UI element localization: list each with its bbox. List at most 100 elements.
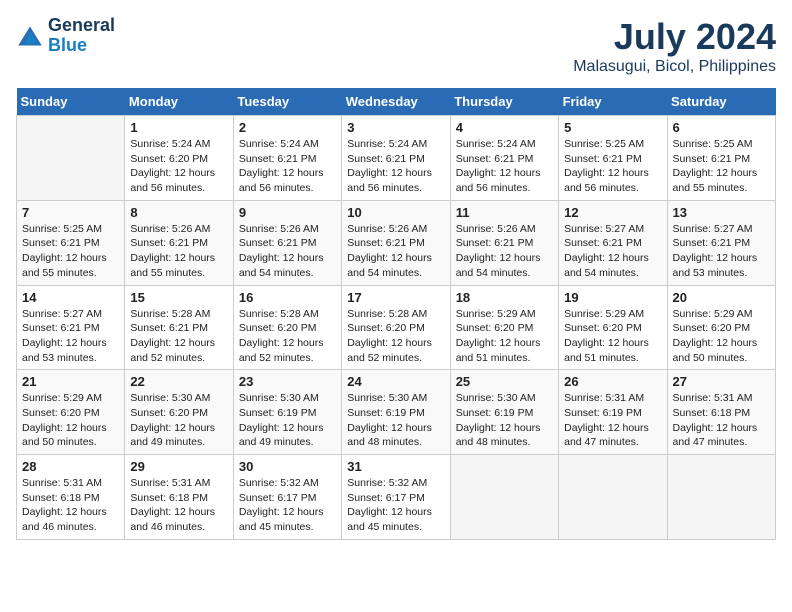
day-info: Sunrise: 5:31 AM Sunset: 6:18 PM Dayligh… — [673, 391, 770, 450]
calendar-cell: 28Sunrise: 5:31 AM Sunset: 6:18 PM Dayli… — [17, 455, 125, 540]
day-info: Sunrise: 5:24 AM Sunset: 6:21 PM Dayligh… — [456, 137, 553, 196]
header-saturday: Saturday — [667, 88, 775, 116]
day-info: Sunrise: 5:27 AM Sunset: 6:21 PM Dayligh… — [22, 307, 119, 366]
day-info: Sunrise: 5:31 AM Sunset: 6:18 PM Dayligh… — [130, 476, 227, 535]
day-number: 3 — [347, 120, 444, 135]
calendar-cell: 22Sunrise: 5:30 AM Sunset: 6:20 PM Dayli… — [125, 370, 233, 455]
day-info: Sunrise: 5:28 AM Sunset: 6:21 PM Dayligh… — [130, 307, 227, 366]
day-info: Sunrise: 5:29 AM Sunset: 6:20 PM Dayligh… — [456, 307, 553, 366]
day-number: 27 — [673, 374, 770, 389]
calendar-week-row: 14Sunrise: 5:27 AM Sunset: 6:21 PM Dayli… — [17, 285, 776, 370]
calendar-cell: 9 Sunrise: 5:26 AM Sunset: 6:21 PM Daylig… — [233, 200, 341, 285]
day-number: 25 — [456, 374, 553, 389]
day-number: 17 — [347, 290, 444, 305]
calendar-cell: 29 Sunrise: 5:31 AM Sunset: 6:18 PM Dayli… — [125, 455, 233, 540]
calendar-cell: 21 Sunrise: 5:29 AM Sunset: 6:20 PM Dayli… — [17, 370, 125, 455]
day-info: Sunrise: 5:29 AM Sunset: 6:20 PM Dayligh… — [673, 307, 770, 366]
day-number: 13 — [673, 205, 770, 220]
day-info: Sunrise: 5:30 AM Sunset: 6:19 PM Dayligh… — [239, 391, 336, 450]
calendar-cell: 18Sunrise: 5:29 AM Sunset: 6:20 PM Dayli… — [450, 285, 558, 370]
calendar-cell — [17, 116, 125, 201]
day-info: Sunrise: 5:30 AM Sunset: 6:20 PM Dayligh… — [130, 391, 227, 450]
calendar-cell: 13 Sunrise: 5:27 AM Sunset: 6:21 PM Dayli… — [667, 200, 775, 285]
calendar-cell: 15 Sunrise: 5:28 AM Sunset: 6:21 PM Dayli… — [125, 285, 233, 370]
day-number: 5 — [564, 120, 661, 135]
calendar-cell: 1Sunrise: 5:24 AM Sunset: 6:20 PM Daylig… — [125, 116, 233, 201]
calendar-table: SundayMondayTuesdayWednesdayThursdayFrid… — [16, 88, 776, 540]
location-subtitle: Malasugui, Bicol, Philippines — [573, 58, 776, 76]
day-number: 29 — [130, 459, 227, 474]
day-info: Sunrise: 5:26 AM Sunset: 6:21 PM Dayligh… — [456, 222, 553, 281]
day-number: 23 — [239, 374, 336, 389]
calendar-cell: 5 Sunrise: 5:25 AM Sunset: 6:21 PM Daylig… — [559, 116, 667, 201]
day-number: 8 — [130, 205, 227, 220]
day-number: 30 — [239, 459, 336, 474]
calendar-cell: 3 Sunrise: 5:24 AM Sunset: 6:21 PM Daylig… — [342, 116, 450, 201]
calendar-cell: 19 Sunrise: 5:29 AM Sunset: 6:20 PM Dayli… — [559, 285, 667, 370]
header-monday: Monday — [125, 88, 233, 116]
day-number: 7 — [22, 205, 119, 220]
calendar-cell: 20 Sunrise: 5:29 AM Sunset: 6:20 PM Dayli… — [667, 285, 775, 370]
day-number: 26 — [564, 374, 661, 389]
header-friday: Friday — [559, 88, 667, 116]
day-info: Sunrise: 5:25 AM Sunset: 6:21 PM Dayligh… — [22, 222, 119, 281]
logo-text: General Blue — [48, 16, 115, 56]
day-info: Sunrise: 5:25 AM Sunset: 6:21 PM Dayligh… — [673, 137, 770, 196]
calendar-cell: 16 Sunrise: 5:28 AM Sunset: 6:20 PM Dayli… — [233, 285, 341, 370]
day-number: 16 — [239, 290, 336, 305]
header-sunday: Sunday — [17, 88, 125, 116]
calendar-cell: 11 Sunrise: 5:26 AM Sunset: 6:21 PM Dayli… — [450, 200, 558, 285]
calendar-cell: 26 Sunrise: 5:31 AM Sunset: 6:19 PM Dayli… — [559, 370, 667, 455]
calendar-cell: 7 Sunrise: 5:25 AM Sunset: 6:21 PM Daylig… — [17, 200, 125, 285]
day-info: Sunrise: 5:29 AM Sunset: 6:20 PM Dayligh… — [22, 391, 119, 450]
day-number: 6 — [673, 120, 770, 135]
calendar-week-row: 7 Sunrise: 5:25 AM Sunset: 6:21 PM Daylig… — [17, 200, 776, 285]
day-info: Sunrise: 5:30 AM Sunset: 6:19 PM Dayligh… — [456, 391, 553, 450]
day-info: Sunrise: 5:26 AM Sunset: 6:21 PM Dayligh… — [130, 222, 227, 281]
calendar-cell: 8 Sunrise: 5:26 AM Sunset: 6:21 PM Daylig… — [125, 200, 233, 285]
calendar-cell: 25 Sunrise: 5:30 AM Sunset: 6:19 PM Dayli… — [450, 370, 558, 455]
day-info: Sunrise: 5:25 AM Sunset: 6:21 PM Dayligh… — [564, 137, 661, 196]
calendar-cell: 4 Sunrise: 5:24 AM Sunset: 6:21 PM Daylig… — [450, 116, 558, 201]
header-tuesday: Tuesday — [233, 88, 341, 116]
day-number: 10 — [347, 205, 444, 220]
calendar-cell: 12 Sunrise: 5:27 AM Sunset: 6:21 PM Dayli… — [559, 200, 667, 285]
calendar-week-row: 1Sunrise: 5:24 AM Sunset: 6:20 PM Daylig… — [17, 116, 776, 201]
header-wednesday: Wednesday — [342, 88, 450, 116]
calendar-week-row: 28 Sunrise: 5:31 AM Sunset: 6:18 PM Dayli… — [17, 455, 776, 540]
calendar-cell — [450, 455, 558, 540]
day-number: 21 — [22, 374, 119, 389]
calendar-cell — [559, 455, 667, 540]
day-number: 31 — [347, 459, 444, 474]
day-info: Sunrise: 5:29 AM Sunset: 6:20 PM Dayligh… — [564, 307, 661, 366]
day-number: 11 — [456, 205, 553, 220]
day-info: Sunrise: 5:26 AM Sunset: 6:21 PM Dayligh… — [347, 222, 444, 281]
day-number: 28 — [22, 459, 119, 474]
day-number: 15 — [130, 290, 227, 305]
day-number: 1 — [130, 120, 227, 135]
day-info: Sunrise: 5:26 AM Sunset: 6:21 PM Dayligh… — [239, 222, 336, 281]
calendar-cell: 2Sunrise: 5:24 AM Sunset: 6:21 PM Daylig… — [233, 116, 341, 201]
calendar-cell: 10 Sunrise: 5:26 AM Sunset: 6:21 PM Dayli… — [342, 200, 450, 285]
day-info: Sunrise: 5:27 AM Sunset: 6:21 PM Dayligh… — [673, 222, 770, 281]
day-info: Sunrise: 5:30 AM Sunset: 6:19 PM Dayligh… — [347, 391, 444, 450]
day-info: Sunrise: 5:24 AM Sunset: 6:21 PM Dayligh… — [347, 137, 444, 196]
day-number: 19 — [564, 290, 661, 305]
calendar-cell: 30Sunrise: 5:32 AM Sunset: 6:17 PM Dayli… — [233, 455, 341, 540]
day-number: 9 — [239, 205, 336, 220]
calendar-cell: 6 Sunrise: 5:25 AM Sunset: 6:21 PM Daylig… — [667, 116, 775, 201]
month-year-title: July 2024 — [573, 16, 776, 58]
day-number: 4 — [456, 120, 553, 135]
calendar-cell — [667, 455, 775, 540]
calendar-week-row: 21 Sunrise: 5:29 AM Sunset: 6:20 PM Dayli… — [17, 370, 776, 455]
day-info: Sunrise: 5:31 AM Sunset: 6:19 PM Dayligh… — [564, 391, 661, 450]
header-thursday: Thursday — [450, 88, 558, 116]
day-number: 20 — [673, 290, 770, 305]
day-info: Sunrise: 5:27 AM Sunset: 6:21 PM Dayligh… — [564, 222, 661, 281]
calendar-cell: 31Sunrise: 5:32 AM Sunset: 6:17 PM Dayli… — [342, 455, 450, 540]
logo-icon — [16, 25, 44, 47]
day-info: Sunrise: 5:28 AM Sunset: 6:20 PM Dayligh… — [239, 307, 336, 366]
day-number: 12 — [564, 205, 661, 220]
calendar-cell: 27 Sunrise: 5:31 AM Sunset: 6:18 PM Dayli… — [667, 370, 775, 455]
page-header: General Blue July 2024 Malasugui, Bicol,… — [16, 16, 776, 76]
